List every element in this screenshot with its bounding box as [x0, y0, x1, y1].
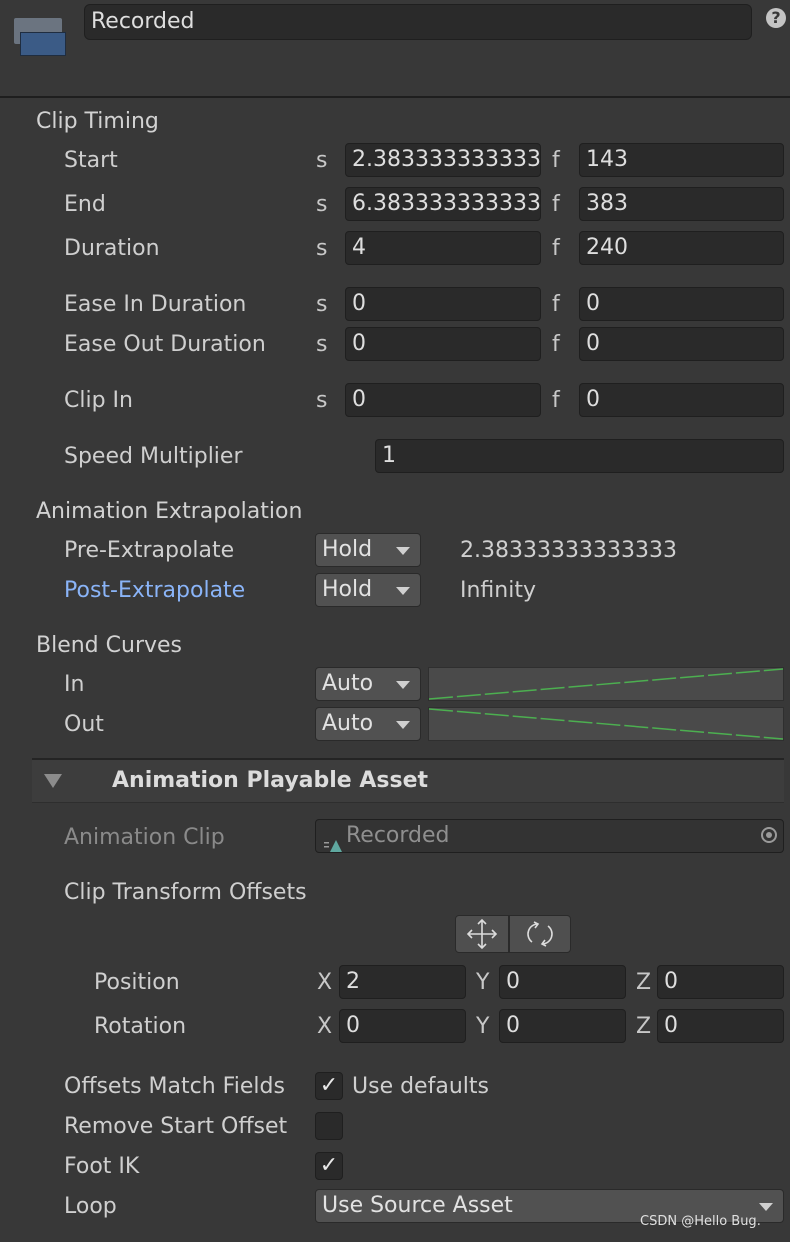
unit-s: s: [316, 292, 328, 317]
blend-out-value: Auto: [322, 711, 374, 736]
use-defaults-label: Use defaults: [352, 1074, 489, 1099]
position-label: Position: [94, 970, 180, 995]
rotation-label: Rotation: [94, 1014, 187, 1039]
header-divider: [0, 96, 790, 98]
position-y-field[interactable]: 0: [499, 965, 626, 999]
blend-in-curve[interactable]: [428, 667, 784, 701]
rotate-tool-button[interactable]: [509, 915, 571, 953]
rotation-x-axis-label: X: [317, 1014, 333, 1039]
blend-in-value: Auto: [322, 671, 374, 696]
loop-value: Use Source Asset: [322, 1193, 513, 1218]
speed-multiplier-field[interactable]: 1: [375, 439, 784, 473]
end-label: End: [64, 192, 106, 217]
clip-icon: [14, 18, 66, 56]
asset-foldout-header[interactable]: Animation Playable Asset: [32, 758, 784, 803]
position-z-axis-label: Z: [636, 970, 652, 995]
chevron-down-icon: [396, 587, 410, 595]
duration-label: Duration: [64, 236, 160, 261]
blend-out-dropdown[interactable]: Auto: [315, 707, 421, 741]
animation-clip-value: Recorded: [346, 823, 450, 848]
clip-name-field[interactable]: Recorded: [84, 4, 752, 40]
rotation-y-axis-label: Y: [476, 1014, 490, 1039]
end-seconds-field[interactable]: 6.38333333333333: [345, 187, 541, 221]
rotation-z-axis-label: Z: [636, 1014, 652, 1039]
unit-s: s: [316, 236, 328, 261]
blend-out-curve[interactable]: [428, 707, 784, 741]
rotation-y-field[interactable]: 0: [499, 1009, 626, 1043]
clip-in-seconds-field[interactable]: 0: [345, 383, 541, 417]
animation-clip-field[interactable]: Recorded: [315, 819, 784, 853]
unit-s: s: [316, 192, 328, 217]
ease-in-frames-field[interactable]: 0: [579, 287, 784, 321]
duration-frames-field[interactable]: 240: [579, 231, 784, 265]
post-extrapolate-dropdown[interactable]: Hold: [315, 573, 421, 607]
remove-start-offset-label: Remove Start Offset: [64, 1114, 288, 1139]
animation-clip-label: Animation Clip: [64, 825, 225, 850]
pre-extrapolate-value: Hold: [322, 537, 373, 562]
rotation-x-field[interactable]: 0: [339, 1009, 466, 1043]
foot-ik-checkbox[interactable]: ✓: [315, 1152, 343, 1180]
clip-in-label: Clip In: [64, 388, 133, 413]
chevron-down-icon: [396, 681, 410, 689]
foldout-triangle-icon: [44, 774, 62, 788]
start-label: Start: [64, 148, 118, 173]
position-y-axis-label: Y: [476, 970, 490, 995]
ease-in-label: Ease In Duration: [64, 292, 247, 317]
rotation-z-field[interactable]: 0: [657, 1009, 784, 1043]
ease-in-seconds-field[interactable]: 0: [345, 287, 541, 321]
post-extrapolate-time: Infinity: [460, 578, 536, 603]
position-z-field[interactable]: 0: [657, 965, 784, 999]
ease-out-seconds-field[interactable]: 0: [345, 327, 541, 361]
animation-clip-asset-icon: [324, 831, 344, 852]
start-seconds-field[interactable]: 2.38333333333333: [345, 143, 541, 177]
pre-extrapolate-dropdown[interactable]: Hold: [315, 533, 421, 567]
unit-f: f: [552, 236, 560, 261]
unit-f: f: [552, 192, 560, 217]
section-blend-curves: Blend Curves: [36, 633, 183, 658]
help-icon[interactable]: ?: [766, 8, 786, 28]
pre-extrapolate-label: Pre-Extrapolate: [64, 538, 235, 563]
rotate-icon: [527, 921, 553, 947]
offsets-match-fields-label: Offsets Match Fields: [64, 1074, 285, 1099]
duration-seconds-field[interactable]: 4: [345, 231, 541, 265]
checkmark-icon: ✓: [319, 1153, 339, 1178]
pre-extrapolate-time: 2.38333333333333: [460, 538, 677, 563]
unit-f: f: [552, 332, 560, 357]
ease-out-label: Ease Out Duration: [64, 332, 266, 357]
move-tool-button[interactable]: [455, 915, 509, 953]
offsets-match-fields-checkbox[interactable]: ✓: [315, 1072, 343, 1100]
chevron-down-icon: [759, 1203, 773, 1211]
blend-out-label: Out: [64, 712, 104, 737]
asset-section-title: Animation Playable Asset: [112, 768, 429, 793]
end-frames-field[interactable]: 383: [579, 187, 784, 221]
unit-f: f: [552, 292, 560, 317]
loop-label: Loop: [64, 1194, 117, 1219]
checkmark-icon: ✓: [319, 1073, 339, 1098]
post-extrapolate-label: Post-Extrapolate: [64, 578, 246, 603]
position-x-field[interactable]: 2: [339, 965, 466, 999]
unit-s: s: [316, 388, 328, 413]
chevron-down-icon: [396, 547, 410, 555]
foot-ik-label: Foot IK: [64, 1154, 140, 1179]
unit-f: f: [552, 388, 560, 413]
blend-in-label: In: [64, 672, 85, 697]
move-icon: [466, 918, 498, 950]
chevron-down-icon: [396, 721, 410, 729]
blend-in-dropdown[interactable]: Auto: [315, 667, 421, 701]
watermark: CSDN @Hello Bug.: [640, 1214, 761, 1229]
clip-in-frames-field[interactable]: 0: [579, 383, 784, 417]
ease-out-frames-field[interactable]: 0: [579, 327, 784, 361]
unit-f: f: [552, 148, 560, 173]
section-animation-extrapolation: Animation Extrapolation: [36, 499, 303, 524]
unit-s: s: [316, 148, 328, 173]
unit-s: s: [316, 332, 328, 357]
object-picker-icon[interactable]: [761, 827, 777, 843]
section-clip-timing: Clip Timing: [36, 109, 159, 134]
speed-multiplier-label: Speed Multiplier: [64, 444, 243, 469]
start-frames-field[interactable]: 143: [579, 143, 784, 177]
post-extrapolate-value: Hold: [322, 577, 373, 602]
position-x-axis-label: X: [317, 970, 333, 995]
clip-transform-offsets-label: Clip Transform Offsets: [64, 880, 307, 905]
remove-start-offset-checkbox[interactable]: [315, 1112, 343, 1140]
